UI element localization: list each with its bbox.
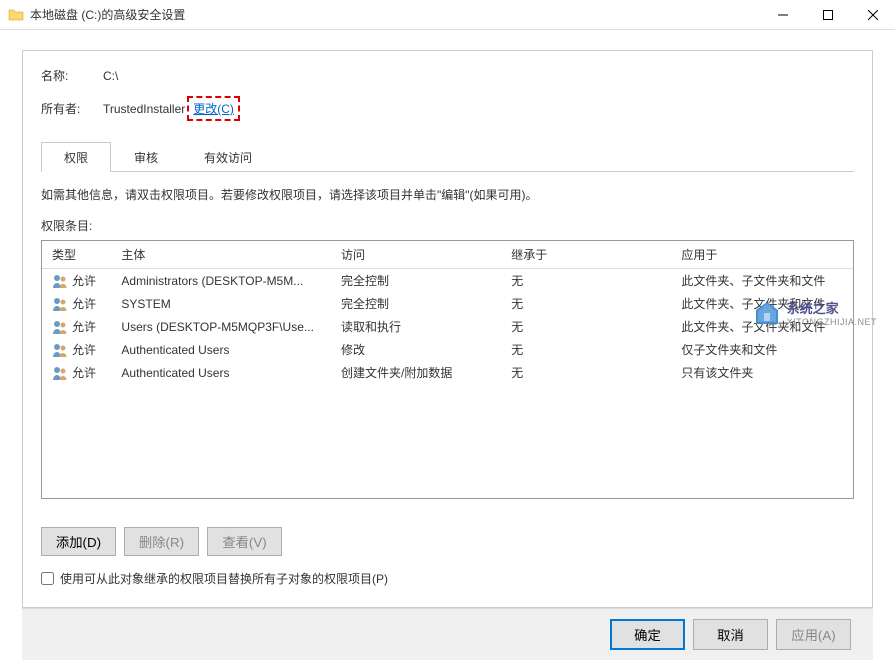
cell-principal: Users (DESKTOP-M5MQP3F\Use... — [111, 320, 331, 334]
col-type-header[interactable]: 类型 — [42, 246, 111, 263]
tabs-container: 权限 审核 有效访问 — [41, 141, 854, 172]
window-controls — [760, 0, 895, 30]
tab-permissions[interactable]: 权限 — [41, 142, 111, 172]
ok-button[interactable]: 确定 — [610, 619, 685, 650]
tab-auditing[interactable]: 审核 — [111, 142, 181, 172]
info-text: 如需其他信息，请双击权限项目。若要修改权限项目，请选择该项目并单击"编辑"(如果… — [41, 186, 854, 203]
table-header: 类型 主体 访问 继承于 应用于 — [42, 241, 853, 269]
col-apply-header[interactable]: 应用于 — [671, 246, 853, 263]
apply-button[interactable]: 应用(A) — [776, 619, 851, 650]
cell-apply: 此文件夹、子文件夹和文件 — [671, 272, 853, 289]
name-row: 名称: C:\ — [41, 67, 854, 84]
cell-principal: Authenticated Users — [111, 343, 331, 357]
replace-checkbox-row[interactable]: 使用可从此对象继承的权限项目替换所有子对象的权限项目(P) — [41, 570, 854, 587]
owner-label: 所有者: — [41, 100, 103, 117]
change-owner-link[interactable]: 更改(C) — [187, 96, 240, 121]
close-button[interactable] — [850, 0, 895, 30]
cell-principal: Administrators (DESKTOP-M5M... — [111, 274, 331, 288]
action-buttons: 添加(D) 删除(R) 查看(V) — [41, 527, 854, 556]
window-title: 本地磁盘 (C:)的高级安全设置 — [30, 6, 760, 23]
window-titlebar: 本地磁盘 (C:)的高级安全设置 — [0, 0, 895, 30]
name-value: C:\ — [103, 69, 118, 83]
minimize-button[interactable] — [760, 0, 805, 30]
cell-type: 允许 — [42, 364, 111, 381]
table-body: 允许Administrators (DESKTOP-M5M...完全控制无此文件… — [42, 269, 853, 384]
permission-entries-label: 权限条目: — [41, 217, 854, 234]
name-label: 名称: — [41, 67, 103, 84]
owner-row: 所有者: TrustedInstaller 更改(C) — [41, 96, 854, 121]
permissions-table: 类型 主体 访问 继承于 应用于 允许Administrators (DESKT… — [41, 240, 854, 499]
replace-checkbox-label: 使用可从此对象继承的权限项目替换所有子对象的权限项目(P) — [60, 570, 388, 587]
cell-type: 允许 — [42, 341, 111, 358]
table-row[interactable]: 允许Administrators (DESKTOP-M5M...完全控制无此文件… — [42, 269, 853, 292]
table-row[interactable]: 允许Authenticated Users创建文件夹/附加数据无只有该文件夹 — [42, 361, 853, 384]
cancel-button[interactable]: 取消 — [693, 619, 768, 650]
cell-inherit: 无 — [501, 295, 671, 312]
cell-inherit: 无 — [501, 272, 671, 289]
remove-button[interactable]: 删除(R) — [124, 527, 199, 556]
tab-content-permissions: 如需其他信息，请双击权限项目。若要修改权限项目，请选择该项目并单击"编辑"(如果… — [41, 172, 854, 597]
table-row[interactable]: 允许SYSTEM完全控制无此文件夹、子文件夹和文件 — [42, 292, 853, 315]
cell-principal: Authenticated Users — [111, 366, 331, 380]
cell-access: 读取和执行 — [331, 318, 501, 335]
cell-inherit: 无 — [501, 364, 671, 381]
cell-apply: 此文件夹、子文件夹和文件 — [671, 295, 853, 312]
col-access-header[interactable]: 访问 — [331, 246, 501, 263]
replace-checkbox[interactable] — [41, 572, 54, 585]
cell-type: 允许 — [42, 272, 111, 289]
cell-access: 完全控制 — [331, 272, 501, 289]
cell-apply: 此文件夹、子文件夹和文件 — [671, 318, 853, 335]
cell-type: 允许 — [42, 295, 111, 312]
table-row[interactable]: 允许Users (DESKTOP-M5MQP3F\Use...读取和执行无此文件… — [42, 315, 853, 338]
table-row[interactable]: 允许Authenticated Users修改无仅子文件夹和文件 — [42, 338, 853, 361]
cell-apply: 只有该文件夹 — [671, 364, 853, 381]
cell-access: 完全控制 — [331, 295, 501, 312]
col-inherit-header[interactable]: 继承于 — [501, 246, 671, 263]
tab-effective-access[interactable]: 有效访问 — [181, 142, 275, 172]
view-button[interactable]: 查看(V) — [207, 527, 282, 556]
cell-access: 修改 — [331, 341, 501, 358]
cell-inherit: 无 — [501, 318, 671, 335]
maximize-button[interactable] — [805, 0, 850, 30]
folder-icon — [8, 7, 24, 23]
cell-type: 允许 — [42, 318, 111, 335]
content-area: 名称: C:\ 所有者: TrustedInstaller 更改(C) 权限 审… — [0, 30, 895, 670]
inner-panel: 名称: C:\ 所有者: TrustedInstaller 更改(C) 权限 审… — [22, 50, 873, 608]
add-button[interactable]: 添加(D) — [41, 527, 116, 556]
cell-access: 创建文件夹/附加数据 — [331, 364, 501, 381]
footer: 确定 取消 应用(A) — [22, 608, 873, 660]
col-principal-header[interactable]: 主体 — [111, 246, 331, 263]
owner-value: TrustedInstaller — [103, 102, 185, 116]
cell-principal: SYSTEM — [111, 297, 331, 311]
cell-apply: 仅子文件夹和文件 — [671, 341, 853, 358]
cell-inherit: 无 — [501, 341, 671, 358]
